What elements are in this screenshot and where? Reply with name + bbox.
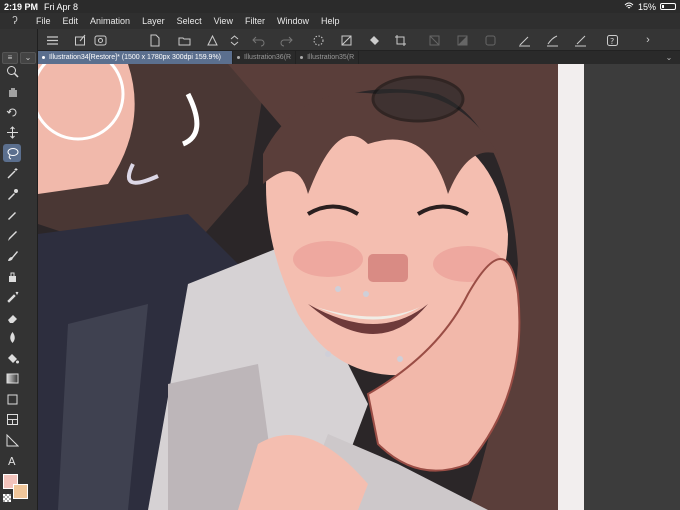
deselect-icon[interactable]: [426, 32, 442, 48]
canvas-artwork[interactable]: [38, 64, 584, 510]
command-bar: ? ›: [0, 29, 680, 51]
zoom-icon[interactable]: [3, 62, 21, 80]
frame-icon[interactable]: [3, 411, 21, 429]
undo-icon[interactable]: [250, 32, 266, 48]
menu-layer[interactable]: Layer: [136, 16, 171, 26]
move-icon[interactable]: [3, 124, 21, 142]
gradient-icon[interactable]: [3, 370, 21, 388]
artwork-illustration: [38, 64, 584, 510]
ruler-icon[interactable]: [3, 431, 21, 449]
app-logo-icon[interactable]: ʔ: [0, 15, 30, 27]
menu-bar: ʔ File Edit Animation Layer Select View …: [0, 13, 680, 29]
selection-border-icon[interactable]: [482, 32, 498, 48]
text-icon[interactable]: A: [3, 452, 21, 470]
transparent-color-swatch[interactable]: [3, 494, 11, 502]
airbrush-icon[interactable]: [3, 267, 21, 285]
tab-dot-icon: [237, 56, 240, 59]
decoration-icon[interactable]: [3, 288, 21, 306]
menu-edit[interactable]: Edit: [57, 16, 85, 26]
menu-select[interactable]: Select: [171, 16, 208, 26]
redo-icon[interactable]: [278, 32, 294, 48]
magic-wand-icon[interactable]: [3, 165, 21, 183]
svg-text:?: ?: [610, 37, 614, 46]
loading-icon[interactable]: [310, 32, 326, 48]
wifi-icon: [624, 2, 634, 12]
companion-mode-icon[interactable]: [92, 32, 108, 48]
menu-help[interactable]: Help: [315, 16, 346, 26]
eyedropper-icon[interactable]: [3, 185, 21, 203]
lasso-icon[interactable]: [3, 144, 21, 162]
battery-percent: 15%: [637, 1, 656, 12]
svg-text:A: A: [8, 455, 16, 467]
ios-status-bar: 2:19 PM Fri Apr 8 15%: [0, 0, 680, 13]
side-panel-empty: [584, 64, 680, 510]
status-right: 15%: [624, 2, 676, 12]
color-indicator[interactable]: [3, 474, 31, 502]
new-canvas-icon[interactable]: [72, 32, 88, 48]
tab-illustration34[interactable]: Illustration34[Restore]* (1500 x 1780px …: [38, 51, 233, 64]
battery-level: [662, 5, 664, 8]
sub-color-swatch[interactable]: [13, 484, 28, 499]
status-date: Fri Apr 8: [44, 1, 79, 12]
status-time: 2:19 PM: [4, 1, 39, 12]
hand-icon[interactable]: [3, 83, 21, 101]
stepper-icon[interactable]: [226, 32, 242, 48]
tabs-menu-icon[interactable]: ⌄: [658, 51, 680, 64]
tab-label: Illustration36(R: [244, 54, 292, 61]
battery-icon: [660, 3, 676, 10]
tab-label: Illustration35(R: [307, 54, 355, 61]
document-tab-bar: Illustration34[Restore]* (1500 x 1780px …: [38, 51, 680, 64]
crop-icon[interactable]: [392, 32, 408, 48]
blend-icon[interactable]: [3, 329, 21, 347]
pen-stroke-icon[interactable]: [516, 32, 532, 48]
brush-icon[interactable]: [3, 247, 21, 265]
menu-window[interactable]: Window: [271, 16, 315, 26]
brush-stroke-icon[interactable]: [544, 32, 560, 48]
pen-icon[interactable]: [3, 206, 21, 224]
open-folder-icon[interactable]: [176, 32, 192, 48]
menu-animation[interactable]: Animation: [84, 16, 136, 26]
hamburger-menu-icon[interactable]: [44, 32, 60, 48]
rotate-icon[interactable]: [3, 103, 21, 121]
pencil-icon[interactable]: [3, 226, 21, 244]
tab-illustration35[interactable]: Illustration35(R: [296, 51, 360, 64]
help-icon[interactable]: ?: [604, 32, 620, 48]
menu-filter[interactable]: Filter: [239, 16, 271, 26]
clear-icon[interactable]: [338, 32, 354, 48]
tab-dot-icon: [300, 56, 304, 59]
tab-illustration36[interactable]: Illustration36(R: [233, 51, 297, 64]
tab-label: Illustration34[Restore]* (1500 x 1780px …: [49, 54, 221, 61]
canvas-area[interactable]: [38, 64, 680, 510]
save-icon[interactable]: [204, 32, 220, 48]
fill-bucket-icon[interactable]: [366, 32, 382, 48]
more-menu-icon[interactable]: ›: [640, 32, 656, 48]
figure-icon[interactable]: [3, 390, 21, 408]
fill-icon[interactable]: [3, 349, 21, 367]
tab-dot-icon: [42, 56, 45, 59]
invert-selection-icon[interactable]: [454, 32, 470, 48]
new-file-icon[interactable]: [146, 32, 162, 48]
eraser-icon[interactable]: [3, 308, 21, 326]
menu-file[interactable]: File: [30, 16, 57, 26]
pencil-stroke-icon[interactable]: [572, 32, 588, 48]
menu-view[interactable]: View: [208, 16, 239, 26]
palette-collapse-icon[interactable]: ⌄: [20, 52, 36, 64]
